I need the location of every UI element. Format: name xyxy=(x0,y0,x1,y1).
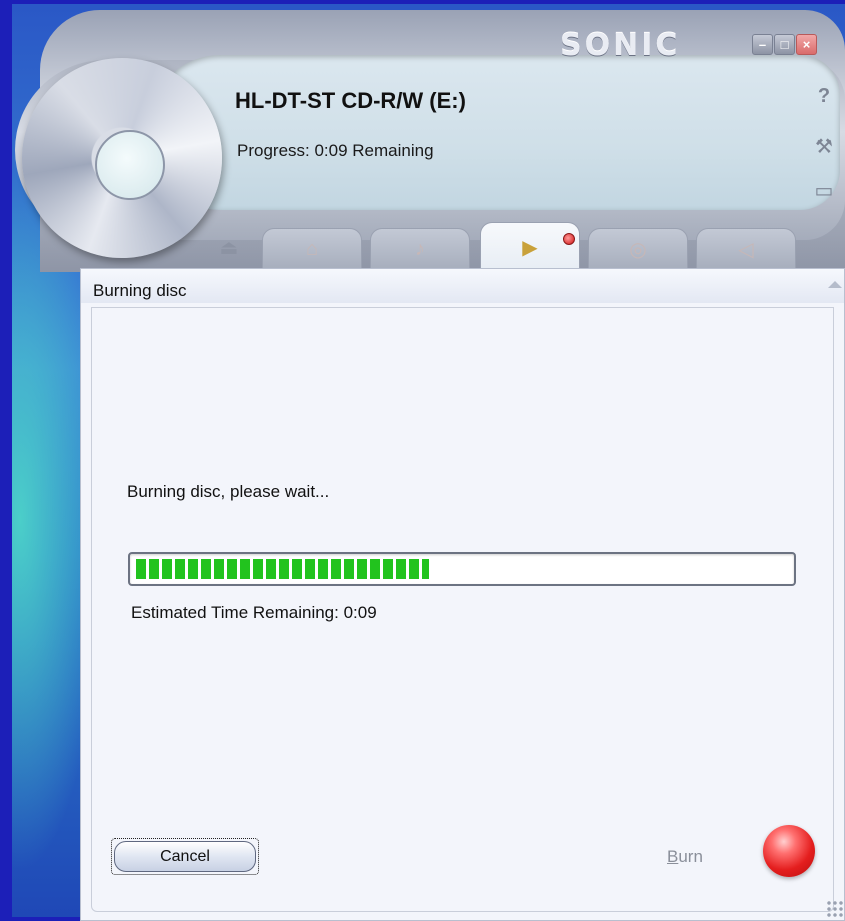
progress-bar xyxy=(128,552,796,586)
disc-hub xyxy=(95,130,165,200)
help-icon[interactable]: ? xyxy=(812,84,836,108)
home-icon: ⌂ xyxy=(305,237,319,260)
progress-fill xyxy=(136,559,429,579)
burn-label-access-key: B xyxy=(667,847,679,866)
burn-label-rest: urn xyxy=(678,847,703,866)
tab-disc[interactable]: ◎ xyxy=(588,228,688,269)
panel-header: Burning disc xyxy=(81,269,844,303)
drive-name: HL-DT-ST CD-R/W (E:) xyxy=(235,88,466,113)
tab-home[interactable]: ⌂ xyxy=(262,228,362,269)
maximize-button[interactable]: □ xyxy=(774,34,795,55)
scroll-up-icon[interactable] xyxy=(828,281,842,288)
eta-text: Estimated Time Remaining: 0:09 xyxy=(131,603,377,622)
cancel-button[interactable]: Cancel xyxy=(111,838,259,875)
tab-burn[interactable]: ▶ xyxy=(480,222,580,271)
panel-title: Burning disc xyxy=(93,281,187,300)
cancel-button-face: Cancel xyxy=(114,841,256,872)
progress-status: Progress: 0:09 Remaining xyxy=(237,141,434,160)
burn-folder-icon: ▶ xyxy=(522,236,538,259)
recording-indicator-icon xyxy=(563,233,575,245)
tab-speaker[interactable]: ◁ xyxy=(696,228,796,269)
player-display xyxy=(150,55,840,210)
burn-panel: Burning disc xyxy=(80,268,845,921)
disc-tab-icon: ◎ xyxy=(629,238,647,261)
status-message: Burning disc, please wait... xyxy=(127,482,330,501)
folder-icon[interactable]: ▭ xyxy=(812,178,836,202)
burn-label: Burn xyxy=(667,847,703,867)
brand-logo: SONIC xyxy=(560,28,681,63)
close-button[interactable]: × xyxy=(796,34,817,55)
tools-icon[interactable]: ⚒ xyxy=(812,134,836,158)
tab-strip: ⌂ ♪ ▶ ◎ ◁ xyxy=(200,222,830,271)
burn-button[interactable] xyxy=(763,825,815,877)
tab-music[interactable]: ♪ xyxy=(370,228,470,269)
music-icon: ♪ xyxy=(415,237,425,260)
speaker-icon: ◁ xyxy=(738,238,754,261)
resize-grip[interactable] xyxy=(826,900,844,918)
minimize-button[interactable]: – xyxy=(752,34,773,55)
